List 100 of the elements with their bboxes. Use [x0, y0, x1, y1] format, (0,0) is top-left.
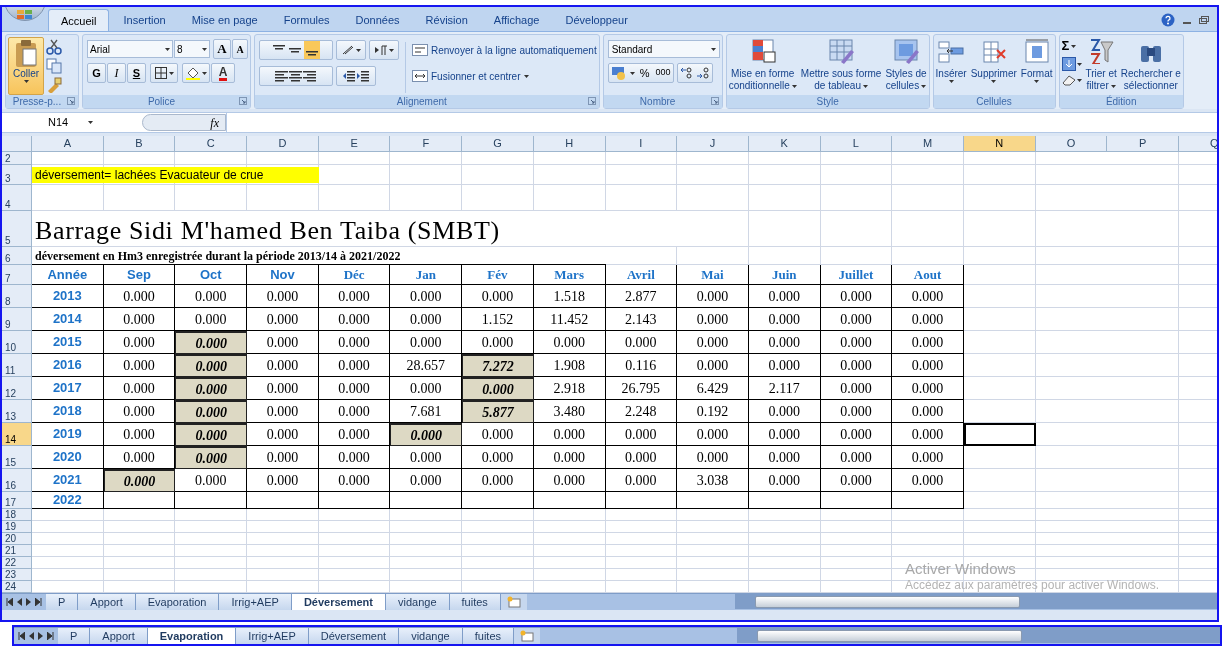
ribbon-tab[interactable]: Formules [271, 9, 342, 31]
sheet-tab[interactable]: Apport [90, 628, 148, 644]
row-header[interactable]: 20 [2, 533, 32, 545]
ribbon-button[interactable]: Insérer [935, 37, 967, 95]
row-header[interactable]: 2 [2, 152, 32, 165]
column-header[interactable]: N [963, 136, 1036, 151]
column-header[interactable]: G [462, 136, 534, 151]
row-header[interactable]: 13 [2, 400, 32, 423]
decrease-decimal-icon[interactable] [696, 67, 711, 79]
percent-button[interactable]: % [637, 64, 652, 82]
column-header[interactable]: H [533, 136, 606, 151]
next-sheet-icon[interactable] [26, 598, 31, 606]
align-left-icon[interactable] [275, 70, 289, 82]
thousands-button[interactable]: 000 [654, 66, 672, 80]
help-icon[interactable] [1161, 13, 1175, 27]
scrollbar-thumb[interactable] [757, 629, 1022, 642]
eraser-icon[interactable] [1061, 74, 1076, 86]
new-sheet-button[interactable] [500, 594, 527, 610]
paragraph-direction-icon[interactable] [374, 44, 388, 56]
shrink-font-button[interactable]: A [232, 39, 248, 59]
currency-icon[interactable] [610, 66, 627, 80]
increase-decimal-icon[interactable] [680, 67, 695, 79]
scrollbar-thumb[interactable] [755, 595, 1020, 608]
column-header[interactable]: C [175, 136, 248, 151]
ribbon-button[interactable]: Trier et filtrer [1085, 37, 1117, 95]
row-header[interactable]: 17 [2, 492, 32, 509]
column-header[interactable]: I [605, 136, 678, 151]
column-header[interactable]: E [318, 136, 391, 151]
row-header[interactable]: 5 [2, 211, 32, 247]
sheet-tab[interactable]: Déversement [308, 628, 400, 644]
grow-font-button[interactable]: A [213, 39, 231, 59]
column-header[interactable]: K [748, 136, 821, 151]
copy-icon[interactable] [46, 58, 62, 74]
first-sheet-icon[interactable] [18, 632, 25, 640]
column-header[interactable]: B [103, 136, 176, 151]
format-painter-icon[interactable] [46, 77, 62, 93]
sheet-tab[interactable]: Déversement [291, 594, 386, 610]
ribbon-tab[interactable]: Affichage [481, 9, 552, 31]
restore-icon[interactable] [1199, 16, 1209, 24]
column-header[interactable]: J [677, 136, 749, 151]
ribbon-tab[interactable]: Développeur [553, 9, 640, 31]
sheet-tab[interactable]: Irrig+AEP [236, 628, 309, 644]
sheet-tab[interactable]: Evaporation [135, 594, 220, 610]
row-header[interactable]: 11 [2, 354, 32, 377]
row-header[interactable]: 6 [2, 247, 32, 265]
row-header[interactable]: 7 [2, 265, 32, 285]
column-header[interactable]: O [1035, 136, 1108, 151]
insert-function-button[interactable]: fx [210, 113, 219, 132]
row-header[interactable]: 16 [2, 469, 32, 492]
next-sheet-icon[interactable] [38, 632, 43, 640]
row-header[interactable]: 14 [2, 423, 32, 446]
cut-icon[interactable] [46, 39, 62, 55]
decrease-indent-icon[interactable] [342, 70, 356, 82]
bold-button[interactable]: G [87, 63, 106, 83]
sheet-tab[interactable]: fuites [449, 594, 501, 610]
sheet-tab[interactable]: P [58, 628, 91, 644]
row-header[interactable]: 18 [2, 509, 32, 521]
row-header[interactable]: 19 [2, 521, 32, 533]
row-header[interactable]: 10 [2, 331, 32, 354]
ribbon-button[interactable]: Format [1020, 37, 1053, 95]
row-header[interactable]: 12 [2, 377, 32, 400]
ribbon-button[interactable]: Supprimer [970, 37, 1017, 95]
ribbon-button[interactable]: Mettre sous forme de tableau [800, 37, 882, 95]
increase-indent-icon[interactable] [356, 70, 370, 82]
sheet-tab[interactable]: vidange [385, 594, 450, 610]
last-sheet-icon[interactable] [35, 598, 42, 606]
row-header[interactable]: 24 [2, 581, 32, 593]
ribbon-button[interactable]: Mise en forme conditionnelle [728, 37, 797, 95]
row-header[interactable]: 22 [2, 557, 32, 569]
ribbon-tab[interactable]: Révision [413, 9, 480, 31]
name-box[interactable]: N14 [2, 113, 142, 132]
font-color-button[interactable]: A [211, 63, 235, 83]
fill-color-button[interactable] [182, 63, 210, 83]
ribbon-tab[interactable]: Mise en page [179, 9, 270, 31]
previous-sheet-icon[interactable] [17, 598, 22, 606]
column-header[interactable]: F [390, 136, 463, 151]
sheet-tab[interactable]: Apport [78, 594, 136, 610]
row-header[interactable]: 9 [2, 308, 32, 331]
fill-down-icon[interactable] [1061, 57, 1076, 71]
ribbon-tab[interactable]: Insertion [111, 9, 178, 31]
ribbon-tab[interactable]: Données [343, 9, 412, 31]
italic-button[interactable]: I [107, 63, 126, 83]
paste-button[interactable]: Coller [8, 37, 44, 95]
dialog-launcher-icon[interactable] [239, 97, 247, 105]
borders-button[interactable] [150, 63, 178, 83]
ribbon-button[interactable]: Rechercher e sélectionner [1120, 37, 1181, 95]
row-header[interactable]: 15 [2, 446, 32, 469]
row-header[interactable]: 4 [2, 185, 32, 211]
first-sheet-icon[interactable] [6, 598, 13, 606]
align-right-icon[interactable] [303, 70, 317, 82]
row-header[interactable]: 8 [2, 285, 32, 308]
merge-center-button[interactable]: Fusionner et centrer [412, 66, 597, 86]
ribbon-button[interactable]: Styles de cellules [885, 37, 927, 95]
align-center-icon[interactable] [289, 70, 303, 82]
column-header[interactable]: L [820, 136, 893, 151]
dialog-launcher-icon[interactable] [587, 97, 596, 105]
font-name-field[interactable]: Arial [87, 40, 173, 58]
font-size-field[interactable]: 8 [174, 40, 210, 58]
wrap-text-button[interactable]: Renvoyer à la ligne automatiquement [412, 40, 597, 60]
sheet-tab[interactable]: Irrig+AEP [219, 594, 292, 610]
